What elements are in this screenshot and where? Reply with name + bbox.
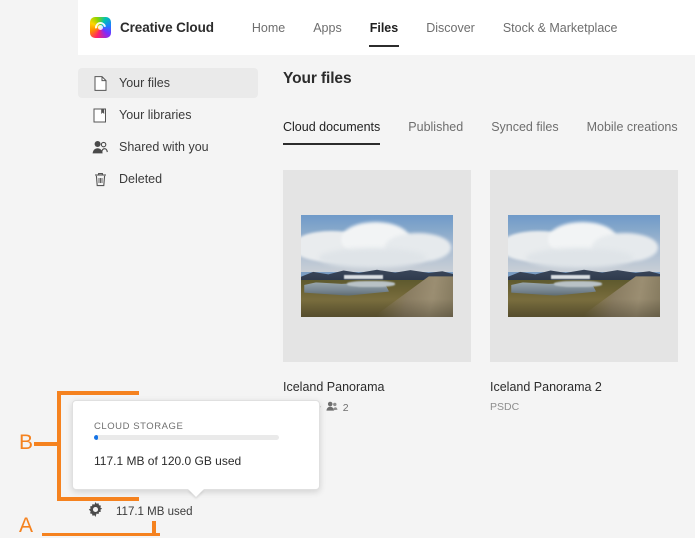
content-tabs: Cloud documents Published Synced files M… xyxy=(283,120,695,145)
storage-usage-text: 117.1 MB of 120.0 GB used xyxy=(94,454,242,468)
brand[interactable]: Creative Cloud xyxy=(90,17,214,38)
file-card[interactable]: Iceland Panorama PSDC • 2 xyxy=(283,170,471,414)
document-icon xyxy=(92,75,108,91)
gear-icon[interactable] xyxy=(88,502,103,522)
topnav-item-home[interactable]: Home xyxy=(238,0,299,55)
annotation-bracket-b xyxy=(57,391,89,501)
file-name: Iceland Panorama 2 xyxy=(490,380,602,394)
file-type: PSDC xyxy=(490,401,520,413)
annotation-bracket-b-stem xyxy=(34,442,60,446)
tab-synced-files[interactable]: Synced files xyxy=(491,120,558,145)
iceland-panorama-photo xyxy=(301,215,453,317)
topnav-item-discover[interactable]: Discover xyxy=(412,0,489,55)
creative-cloud-logo-icon xyxy=(90,17,111,38)
file-thumbnail[interactable] xyxy=(490,170,678,362)
annotation-line-a xyxy=(42,533,160,536)
sidebar-item-label: Shared with you xyxy=(119,140,209,154)
storage-progress-bar xyxy=(94,435,279,440)
sidebar-item-label: Deleted xyxy=(119,172,163,186)
annotation-marker-b: B xyxy=(19,431,34,454)
people-icon xyxy=(326,401,338,414)
storage-status-bar[interactable]: 117.1 MB used xyxy=(88,502,193,522)
page-title: Your files xyxy=(283,70,352,87)
main-content: Your files Cloud documents Published Syn… xyxy=(283,70,695,414)
sidebar-item-label: Your libraries xyxy=(119,108,192,122)
trash-icon xyxy=(92,171,108,187)
top-navigation: Home Apps Files Discover Stock & Marketp… xyxy=(238,0,632,55)
collaborator-count: 2 xyxy=(342,401,349,414)
annotation-marker-a: A xyxy=(19,514,34,537)
file-meta: PSDC xyxy=(490,401,678,413)
storage-usage-label: 117.1 MB used xyxy=(116,506,193,518)
topnav-item-files[interactable]: Files xyxy=(356,0,413,55)
app-header: Creative Cloud Home Apps Files Discover … xyxy=(78,0,695,55)
sidebar-item-your-libraries[interactable]: Your libraries xyxy=(78,100,258,130)
annotation-bracket-b-top xyxy=(57,391,139,395)
brand-name: Creative Cloud xyxy=(120,20,214,35)
tab-mobile-creations[interactable]: Mobile creations xyxy=(587,120,678,145)
creative-cloud-files-window: Creative Cloud Home Apps Files Discover … xyxy=(0,0,695,538)
file-name: Iceland Panorama xyxy=(283,380,385,394)
cloud-storage-label: CLOUD STORAGE xyxy=(94,421,184,432)
tab-published[interactable]: Published xyxy=(408,120,463,145)
sidebar-item-deleted[interactable]: Deleted xyxy=(78,164,258,194)
annotation-tick-a xyxy=(152,521,156,534)
tab-cloud-documents[interactable]: Cloud documents xyxy=(283,120,381,145)
storage-progress-fill xyxy=(94,435,98,440)
topnav-item-stock-marketplace[interactable]: Stock & Marketplace xyxy=(489,0,632,55)
topnav-item-apps[interactable]: Apps xyxy=(299,0,356,55)
file-card[interactable]: Iceland Panorama 2 PSDC xyxy=(490,170,678,414)
annotation-bracket-b-bottom xyxy=(57,497,139,501)
sidebar-item-shared-with-you[interactable]: Shared with you xyxy=(78,132,258,162)
sidebar: Your files Your libraries Shared with yo… xyxy=(78,68,258,196)
sidebar-item-label: Your files xyxy=(119,76,170,90)
iceland-panorama-photo xyxy=(508,215,660,317)
file-card-grid: Iceland Panorama PSDC • 2 xyxy=(283,170,695,414)
file-thumbnail[interactable] xyxy=(283,170,471,362)
library-book-icon xyxy=(92,107,108,123)
cloud-storage-tooltip: CLOUD STORAGE 117.1 MB of 120.0 GB used xyxy=(72,400,320,490)
sidebar-item-your-files[interactable]: Your files xyxy=(78,68,258,98)
person-shared-icon xyxy=(92,139,108,155)
